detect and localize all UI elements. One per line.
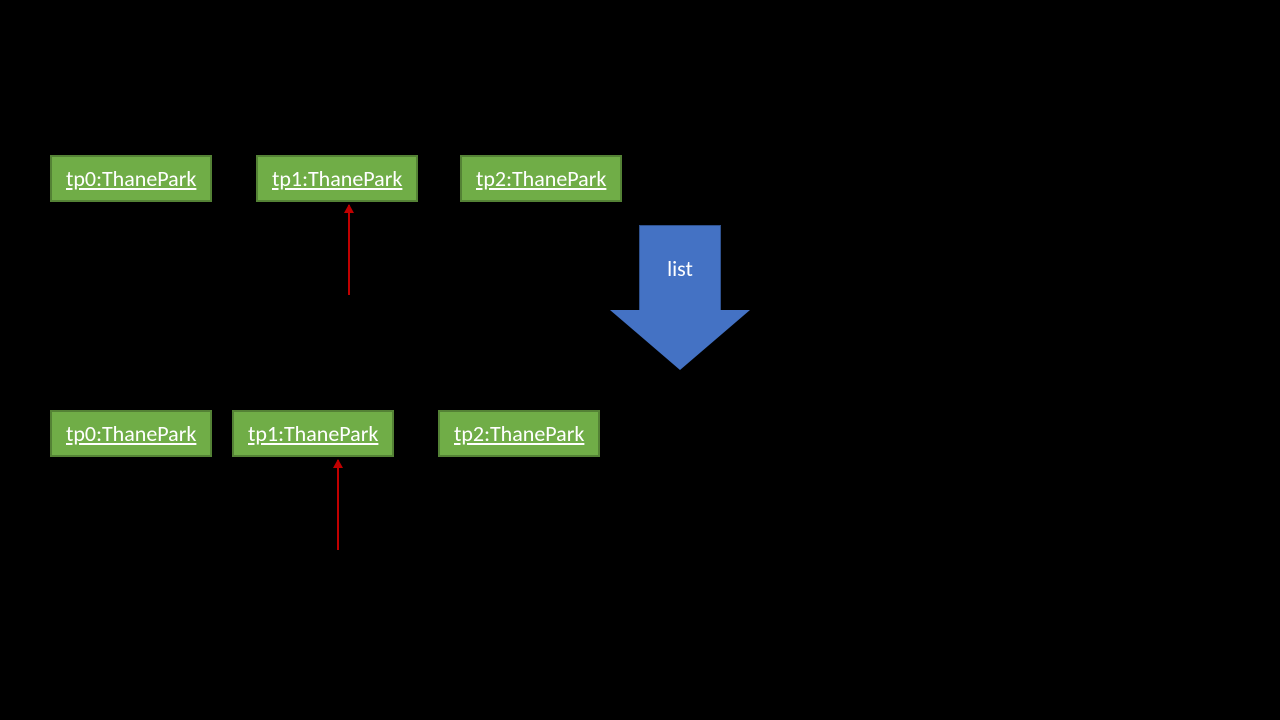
node-bottom-2: tp2:ThanePark	[438, 410, 600, 457]
node-top-0: tp0:ThanePark	[50, 155, 212, 202]
list-arrow-shaft: list	[639, 225, 721, 311]
node-bottom-1: tp1:ThanePark	[232, 410, 394, 457]
arrowhead-up-icon	[344, 204, 354, 213]
arrowhead-down-icon	[610, 310, 750, 370]
node-bottom-0: tp0:ThanePark	[50, 410, 212, 457]
list-arrow: list	[610, 225, 750, 370]
diagram-stage: tp0:ThanePark tp1:ThanePark tp2:ThanePar…	[0, 0, 1280, 720]
node-top-2: tp2:ThanePark	[460, 155, 622, 202]
arrowhead-up-icon	[333, 459, 343, 468]
red-arrow-0	[348, 205, 350, 295]
red-arrow-1	[337, 460, 339, 550]
node-top-1: tp1:ThanePark	[256, 155, 418, 202]
list-arrow-label: list	[667, 255, 693, 282]
